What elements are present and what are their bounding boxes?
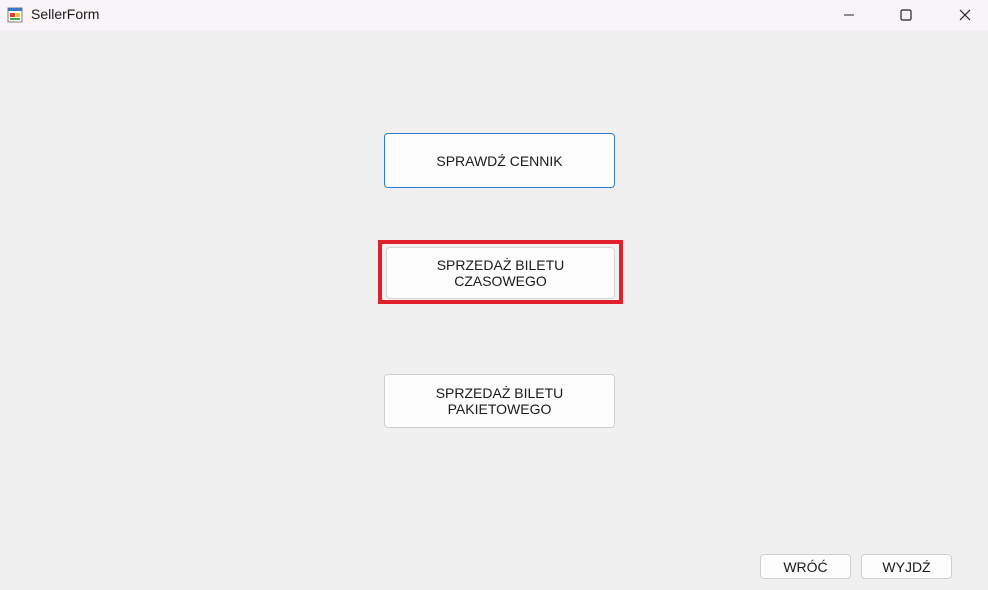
title-bar: SellerForm xyxy=(0,0,988,30)
sell-time-ticket-button[interactable]: SPRZEDAŻ BILETU CZASOWEGO xyxy=(386,247,615,299)
minimize-button[interactable] xyxy=(826,0,872,30)
back-button[interactable]: WRÓĆ xyxy=(760,554,851,579)
close-icon xyxy=(959,9,971,21)
sell-package-ticket-button[interactable]: SPRZEDAŻ BILETU PAKIETOWEGO xyxy=(384,374,615,428)
maximize-icon xyxy=(900,9,912,21)
window-title: SellerForm xyxy=(31,6,100,22)
minimize-icon xyxy=(844,14,854,16)
app-form-icon xyxy=(7,7,23,23)
check-prices-button[interactable]: SPRAWDŹ CENNIK xyxy=(384,133,615,188)
exit-button[interactable]: WYJDŹ xyxy=(861,554,952,579)
maximize-button[interactable] xyxy=(883,0,929,30)
close-button[interactable] xyxy=(942,0,988,30)
